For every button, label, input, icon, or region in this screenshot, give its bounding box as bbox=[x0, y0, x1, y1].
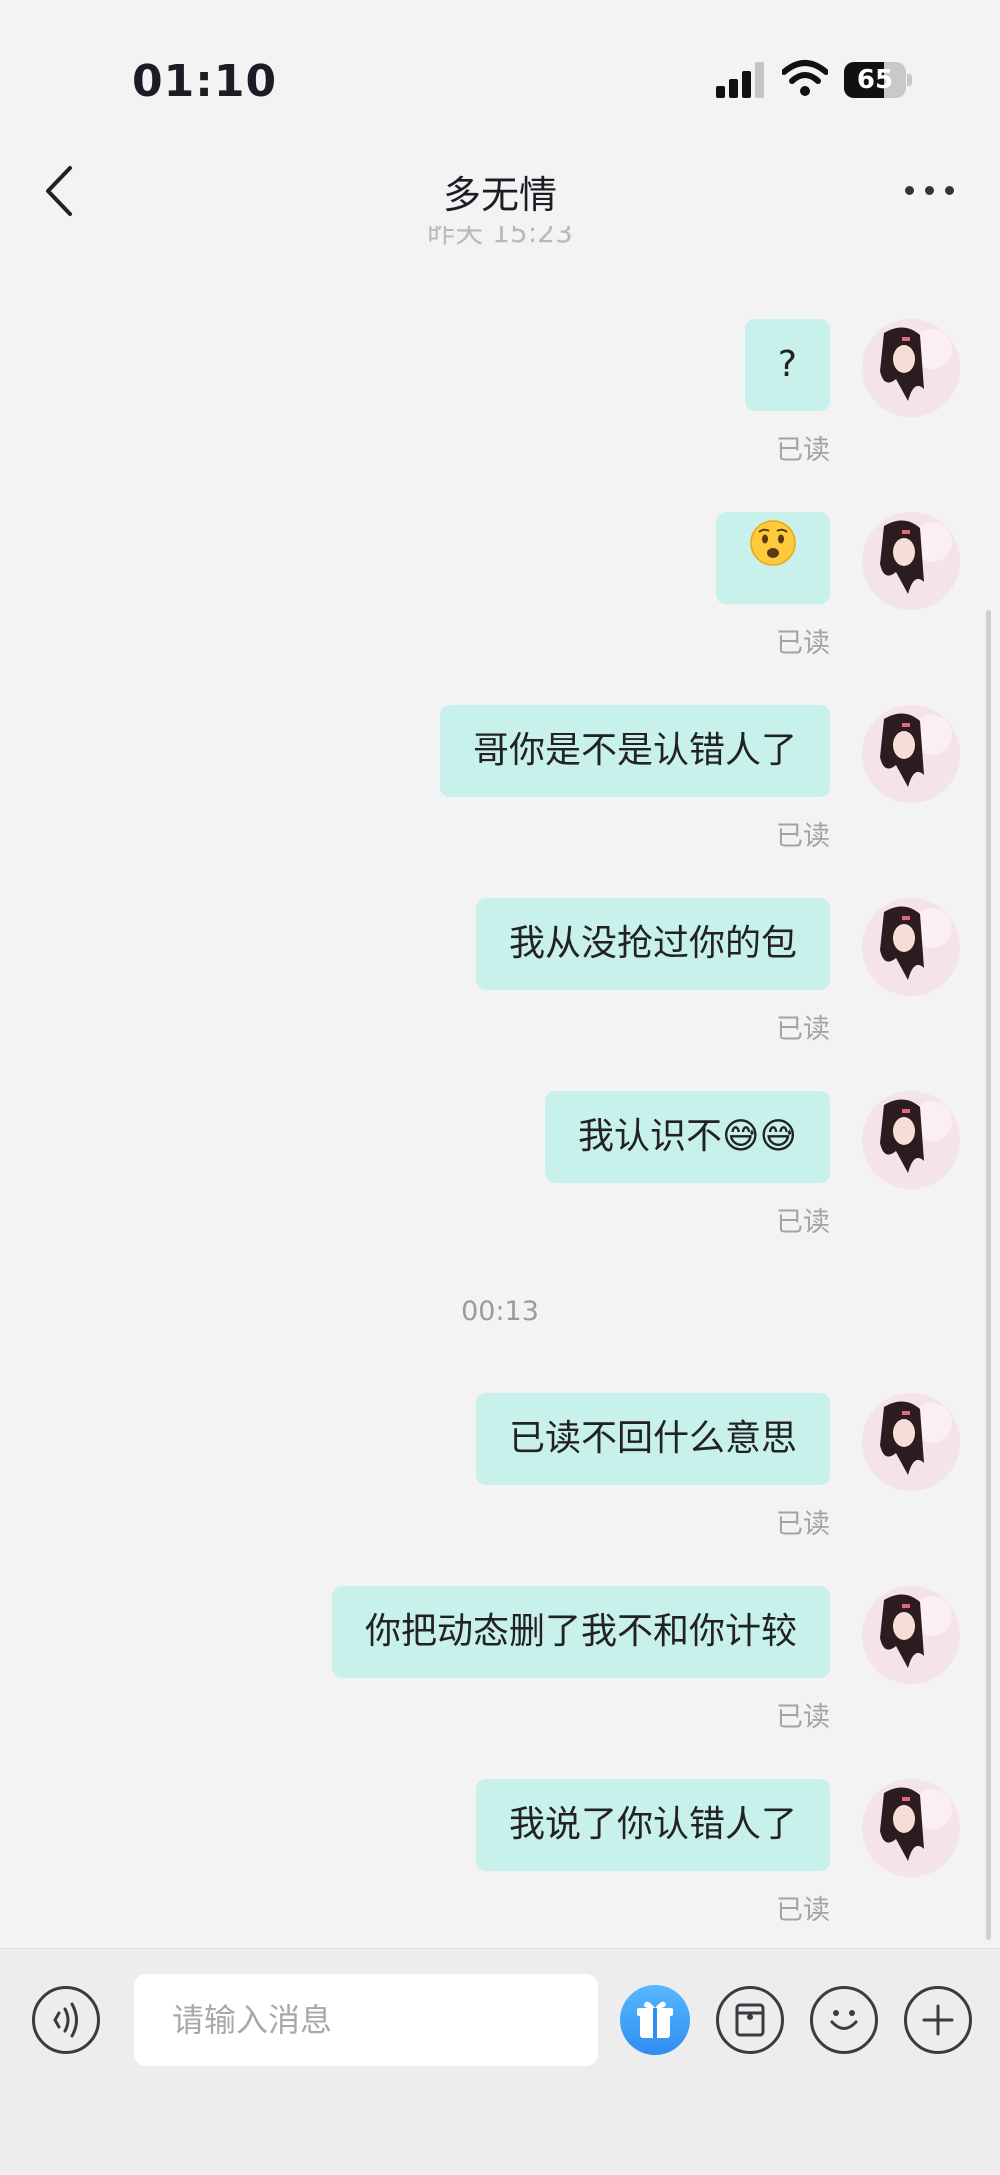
emoji-icon bbox=[830, 2010, 858, 2030]
read-status: 已读 bbox=[776, 435, 830, 466]
message-bubble[interactable]: 我从没抢过你的包 bbox=[475, 898, 830, 990]
avatar[interactable] bbox=[862, 1586, 960, 1684]
timestamp: 00:13 bbox=[461, 1296, 539, 1327]
status-time: 01:10 bbox=[132, 56, 278, 107]
avatar-image bbox=[862, 1779, 960, 1877]
avatar[interactable] bbox=[862, 1393, 960, 1491]
cellular-signal-icon bbox=[716, 62, 764, 98]
avatar[interactable] bbox=[862, 1779, 960, 1877]
avatar-image bbox=[862, 512, 960, 610]
read-status: 已读 bbox=[776, 628, 830, 659]
sticker-pack-icon bbox=[735, 2003, 765, 2037]
read-status: 已读 bbox=[776, 1207, 830, 1238]
plus-icon bbox=[922, 2004, 954, 2036]
back-arrow-icon[interactable] bbox=[40, 162, 80, 220]
avatar-image bbox=[862, 898, 960, 996]
message-input[interactable] bbox=[134, 1974, 598, 2066]
add-button[interactable] bbox=[904, 1986, 972, 2054]
message-bubble[interactable] bbox=[716, 512, 830, 604]
read-status: 已读 bbox=[776, 1895, 830, 1926]
message-bubble[interactable]: 我认识不😅😅 bbox=[544, 1091, 830, 1183]
input-bar bbox=[0, 1948, 1000, 2175]
message-bubble[interactable]: ? bbox=[744, 319, 830, 411]
message-bubble[interactable]: 哥你是不是认错人了 bbox=[439, 705, 830, 797]
read-status: 已读 bbox=[776, 1509, 830, 1540]
avatar-image bbox=[862, 1393, 960, 1491]
avatar[interactable] bbox=[862, 705, 960, 803]
wifi-icon bbox=[782, 60, 828, 96]
chat-title: 多无情 bbox=[442, 173, 557, 217]
emoji-button[interactable] bbox=[810, 1986, 878, 2054]
avatar-image bbox=[862, 705, 960, 803]
avatar-image bbox=[862, 1091, 960, 1189]
avatar-image bbox=[862, 319, 960, 417]
voice-button[interactable] bbox=[32, 1986, 100, 2054]
more-options-icon[interactable] bbox=[905, 180, 961, 200]
avatar[interactable] bbox=[862, 319, 960, 417]
read-status: 已读 bbox=[776, 1014, 830, 1045]
avatar[interactable] bbox=[862, 512, 960, 610]
read-status: 已读 bbox=[776, 1702, 830, 1733]
voice-icon bbox=[53, 2002, 78, 2038]
read-status: 已读 bbox=[776, 821, 830, 852]
sticker-pack-button[interactable] bbox=[716, 1986, 784, 2054]
gift-icon bbox=[637, 2001, 673, 2038]
battery-level: 65 bbox=[856, 65, 894, 95]
avatar[interactable] bbox=[862, 898, 960, 996]
earlier-timestamp: 昨天 15:23 bbox=[427, 226, 573, 246]
chat-header: 多无情 bbox=[0, 150, 1000, 230]
gift-button[interactable] bbox=[620, 1985, 690, 2055]
avatar[interactable] bbox=[862, 1091, 960, 1189]
message-bubble[interactable]: 已读不回什么意思 bbox=[475, 1393, 830, 1485]
message-bubble[interactable]: 我说了你认错人了 bbox=[475, 1779, 830, 1871]
battery-icon: 65 bbox=[844, 62, 912, 98]
anguished-face-emoji bbox=[749, 510, 797, 602]
avatar-image bbox=[862, 1586, 960, 1684]
status-bar: 01:10 65 bbox=[0, 0, 1000, 150]
scrollbar[interactable] bbox=[986, 610, 991, 1940]
message-bubble[interactable]: 你把动态删了我不和你计较 bbox=[331, 1586, 830, 1678]
